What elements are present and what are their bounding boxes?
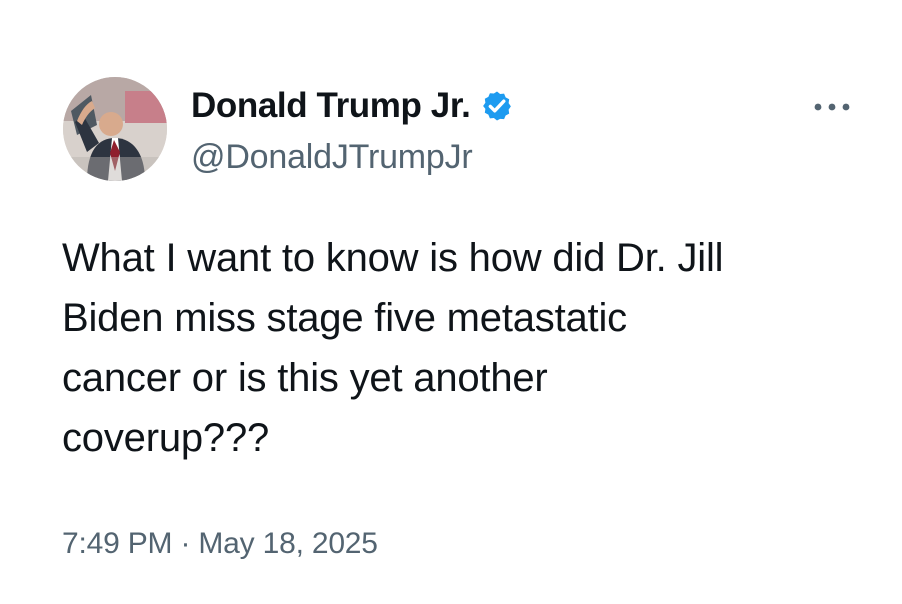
more-options-icon xyxy=(814,103,850,111)
tweet-text-line: What I want to know is how did Dr. Jill xyxy=(62,236,724,280)
tweet-timestamp[interactable]: 7:49 PM · May 18, 2025 xyxy=(62,527,378,561)
tweet-text-line: cancer or is this yet another xyxy=(62,356,548,400)
user-handle[interactable]: @DonaldJTrumpJr xyxy=(191,138,473,177)
tweet-card: Donald Trump Jr. @DonaldJTrumpJr What I … xyxy=(0,0,902,604)
profile-avatar[interactable] xyxy=(63,77,167,181)
verified-badge-icon xyxy=(483,91,512,121)
avatar-image xyxy=(63,77,167,181)
display-name[interactable]: Donald Trump Jr. xyxy=(191,86,471,126)
more-options-button[interactable] xyxy=(809,93,855,121)
tweet-text: What I want to know is how did Dr. Jill … xyxy=(62,228,862,468)
display-name-row: Donald Trump Jr. xyxy=(191,84,514,128)
tweet-text-line: Biden miss stage five metastatic xyxy=(62,296,627,340)
tweet-text-line: coverup??? xyxy=(62,416,270,460)
